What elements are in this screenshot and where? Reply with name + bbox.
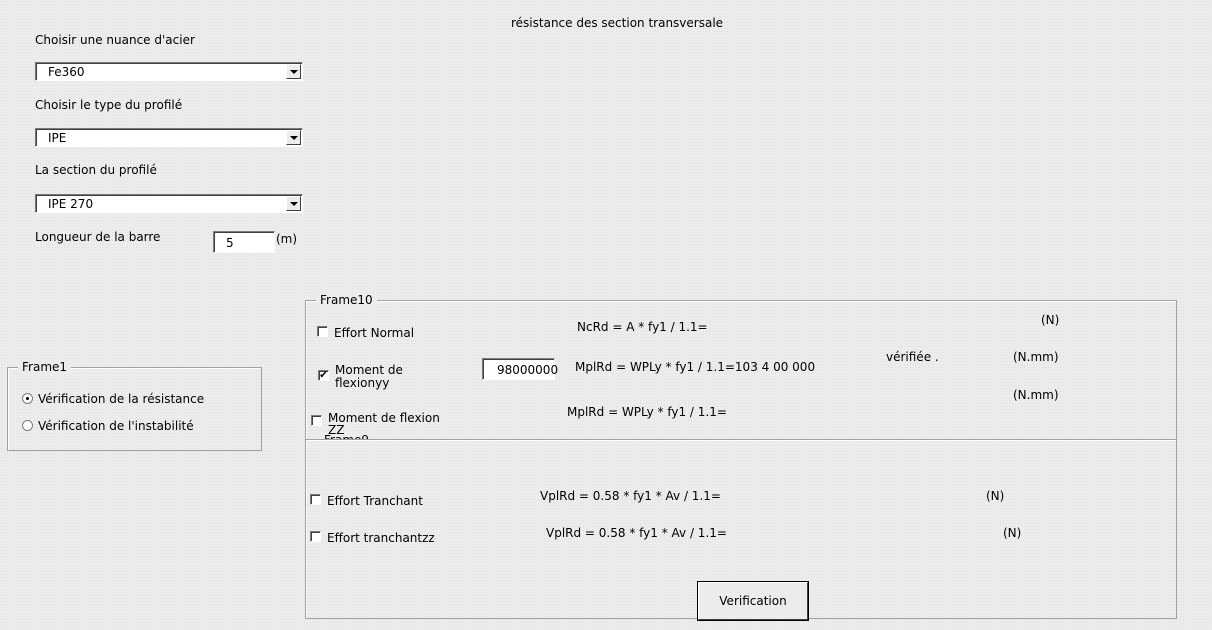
tranchant-unit: (N)	[986, 489, 1005, 503]
radio-resistance[interactable]	[22, 393, 33, 404]
radio-instability[interactable]	[22, 420, 33, 431]
section-select[interactable]: IPE 270	[35, 194, 303, 213]
verification-button[interactable]: Verification	[698, 582, 808, 620]
moment-zz-unit: (N.mm)	[1013, 388, 1059, 402]
frame1-title: Frame1	[18, 360, 72, 374]
tranchant-zz-label: Effort tranchantzz	[327, 531, 435, 545]
effort-normal-unit: (N)	[1041, 313, 1060, 327]
effort-normal-label: Effort Normal	[334, 326, 415, 340]
frame10-title: Frame10	[316, 293, 377, 307]
moment-zz-label-1: Moment de flexion	[328, 411, 440, 425]
moment-yy-status: vérifiée .	[886, 350, 939, 364]
profile-type-value: IPE	[48, 131, 67, 145]
length-input[interactable]: 5	[213, 231, 275, 253]
moment-yy-label-1: Moment de	[335, 363, 403, 377]
tranchant-formula: VplRd = 0.58 * fy1 * Av / 1.1=	[540, 489, 721, 503]
moment-zz-formula: MplRd = WPLy * fy1 / 1.1=	[567, 405, 727, 419]
tranchant-zz-unit: (N)	[1003, 526, 1022, 540]
length-unit: (m)	[276, 232, 298, 246]
radio-resistance-label: Vérification de la résistance	[38, 392, 205, 406]
frame1	[7, 367, 262, 451]
length-label: Longueur de la barre	[35, 230, 161, 244]
moment-zz-label-2: ZZ	[328, 423, 345, 437]
moment-yy-formula: MplRd = WPLy * fy1 / 1.1=103 4 00 000	[575, 360, 816, 374]
effort-normal-checkbox[interactable]	[317, 326, 328, 337]
steel-grade-select[interactable]: Fe360	[35, 62, 303, 81]
moment-yy-input[interactable]: 98000000	[482, 358, 559, 380]
profile-type-label: Choisir le type du profilé	[35, 98, 183, 112]
tranchant-zz-checkbox[interactable]	[310, 531, 321, 542]
tranchant-label: Effort Tranchant	[327, 494, 423, 508]
tranchant-checkbox[interactable]	[310, 494, 321, 505]
tranchant-zz-formula: VplRd = 0.58 * fy1 * Av / 1.1=	[546, 526, 727, 540]
moment-yy-unit: (N.mm)	[1013, 350, 1059, 364]
form-title: résistance des section transversale	[511, 16, 724, 30]
radio-instability-label: Vérification de l'instabilité	[38, 419, 194, 433]
profile-type-select[interactable]: IPE	[35, 128, 303, 147]
chevron-down-icon[interactable]	[286, 64, 301, 79]
section-value: IPE 270	[48, 197, 94, 211]
moment-yy-value: 98000000	[497, 363, 559, 377]
effort-normal-formula: NcRd = A * fy1 / 1.1=	[577, 320, 708, 334]
length-value: 5	[226, 236, 234, 250]
moment-zz-checkbox[interactable]	[311, 415, 322, 426]
chevron-down-icon[interactable]	[286, 196, 301, 211]
steel-grade-value: Fe360	[48, 65, 85, 79]
steel-grade-label: Choisir une nuance d'acier	[35, 33, 195, 47]
section-label: La section du profilé	[35, 163, 157, 177]
moment-yy-checkbox[interactable]: ✔	[318, 370, 329, 381]
moment-yy-label-2: flexionyy	[335, 376, 390, 390]
chevron-down-icon[interactable]	[286, 130, 301, 145]
